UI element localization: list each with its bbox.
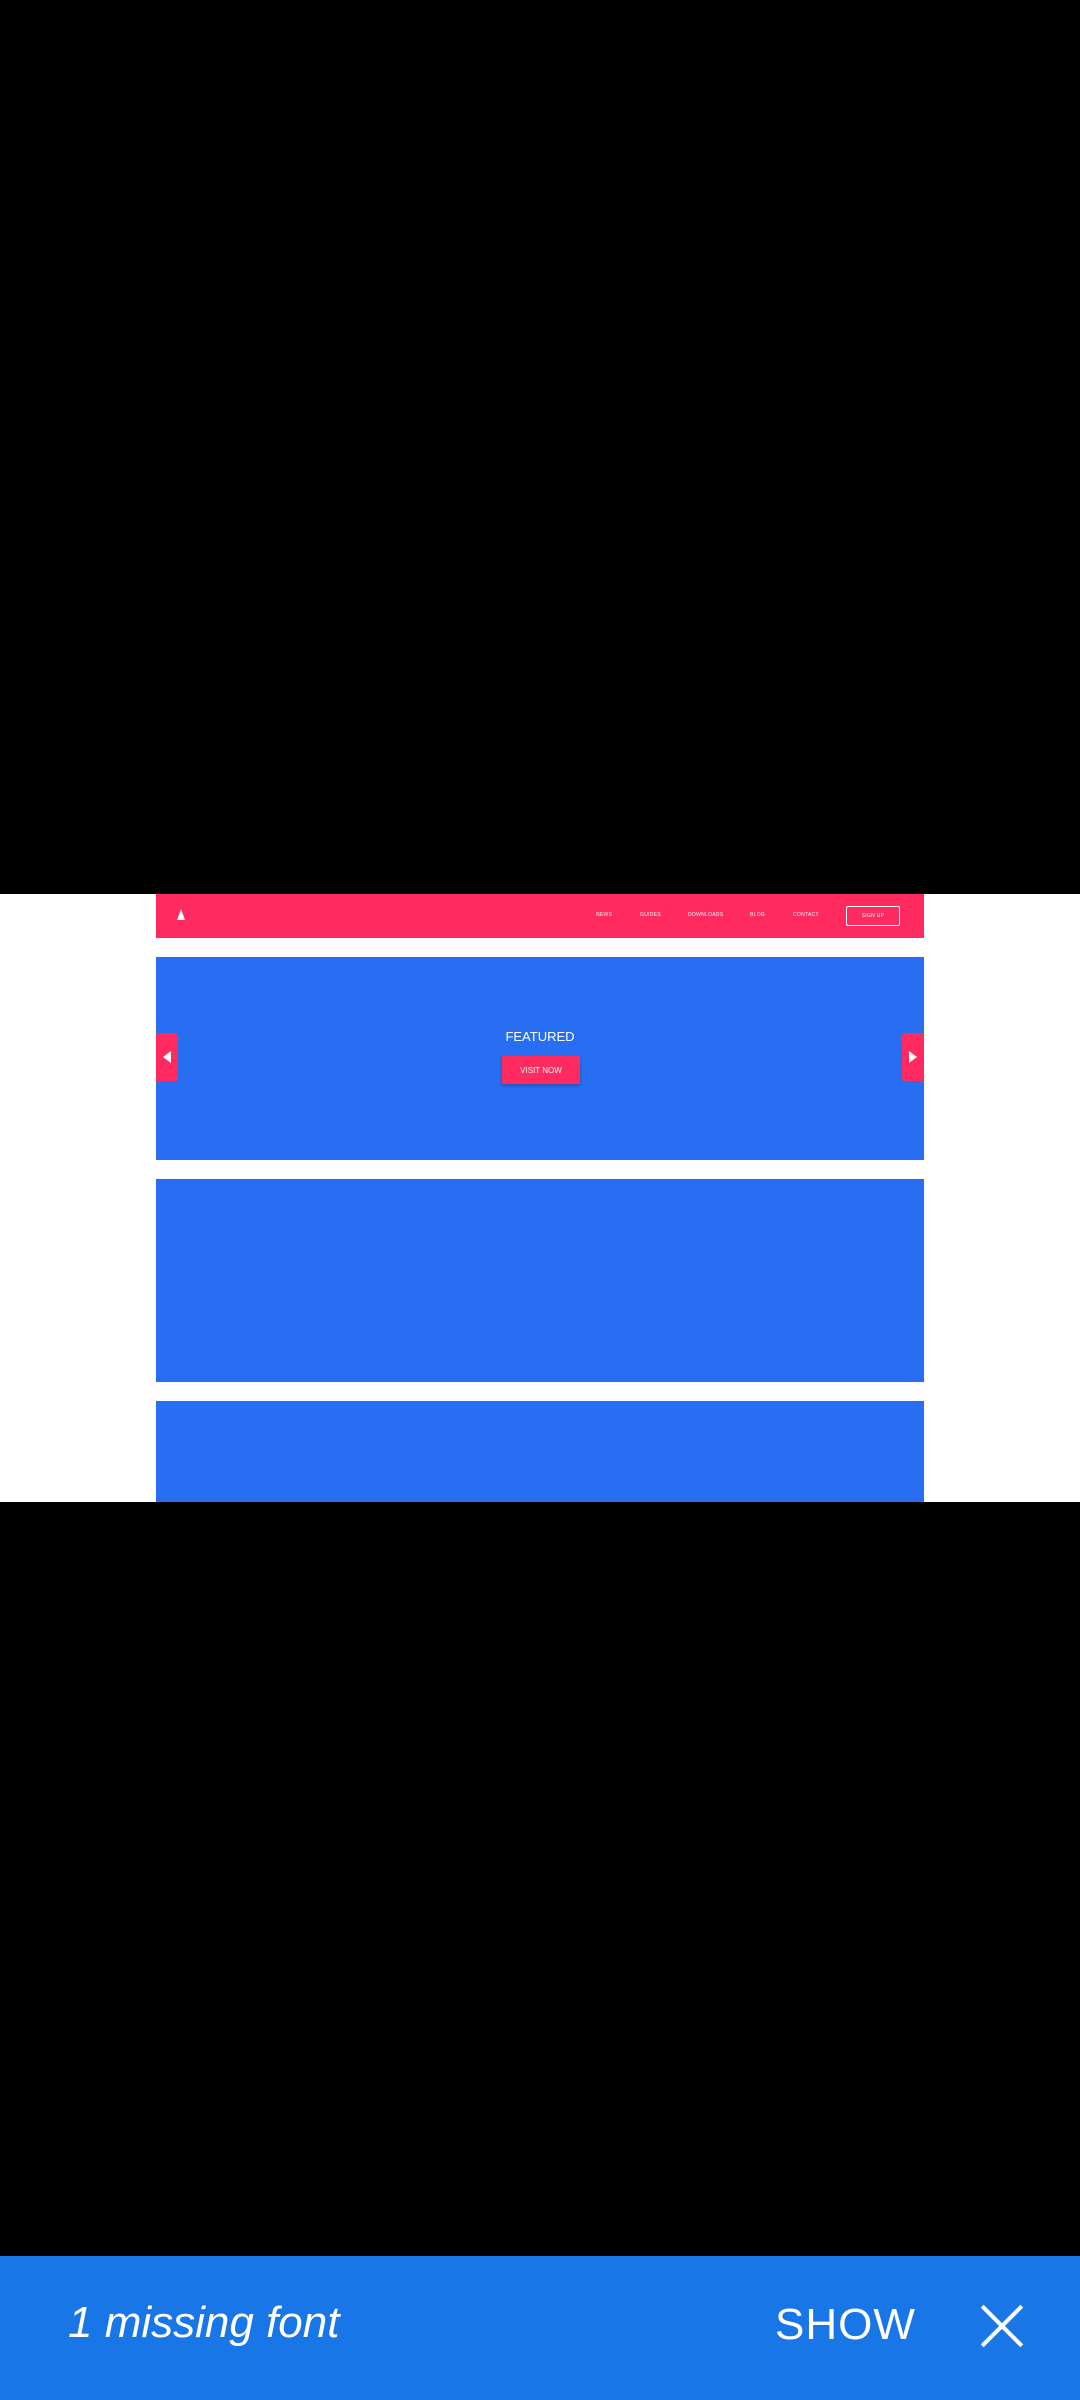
logo-triangle-icon[interactable]	[177, 909, 185, 920]
content-section	[156, 1401, 924, 1502]
next-slide-button[interactable]	[902, 1033, 924, 1081]
hero-title: FEATURED	[505, 1029, 575, 1044]
navbar: NEWS GUIDES DOWNLOADS BLOG CONTACT SIGN …	[156, 894, 924, 938]
arrow-right-icon	[909, 1051, 917, 1063]
content-section	[156, 1179, 924, 1382]
page-mockup: NEWS GUIDES DOWNLOADS BLOG CONTACT SIGN …	[156, 894, 924, 1502]
nav-link-contact[interactable]: CONTACT	[793, 912, 819, 918]
nav-link-guides[interactable]: GUIDES	[640, 912, 661, 918]
nav-link-blog[interactable]: BLOG	[750, 912, 765, 918]
missing-font-banner: 1 missing font SHOW	[0, 2256, 1080, 2400]
arrow-left-icon	[163, 1051, 171, 1063]
close-icon[interactable]	[978, 2302, 1026, 2350]
nav-link-downloads[interactable]: DOWNLOADS	[688, 912, 723, 918]
show-button[interactable]: SHOW	[775, 2300, 916, 2350]
visit-now-button[interactable]: VISIT NOW	[502, 1056, 580, 1084]
nav-link-news[interactable]: NEWS	[596, 912, 612, 918]
sign-up-button[interactable]: SIGN UP	[846, 906, 900, 926]
artboard-preview: NEWS GUIDES DOWNLOADS BLOG CONTACT SIGN …	[0, 894, 1080, 1502]
banner-message: 1 missing font	[68, 2298, 340, 2347]
hero-section: FEATURED VISIT NOW	[156, 957, 924, 1160]
